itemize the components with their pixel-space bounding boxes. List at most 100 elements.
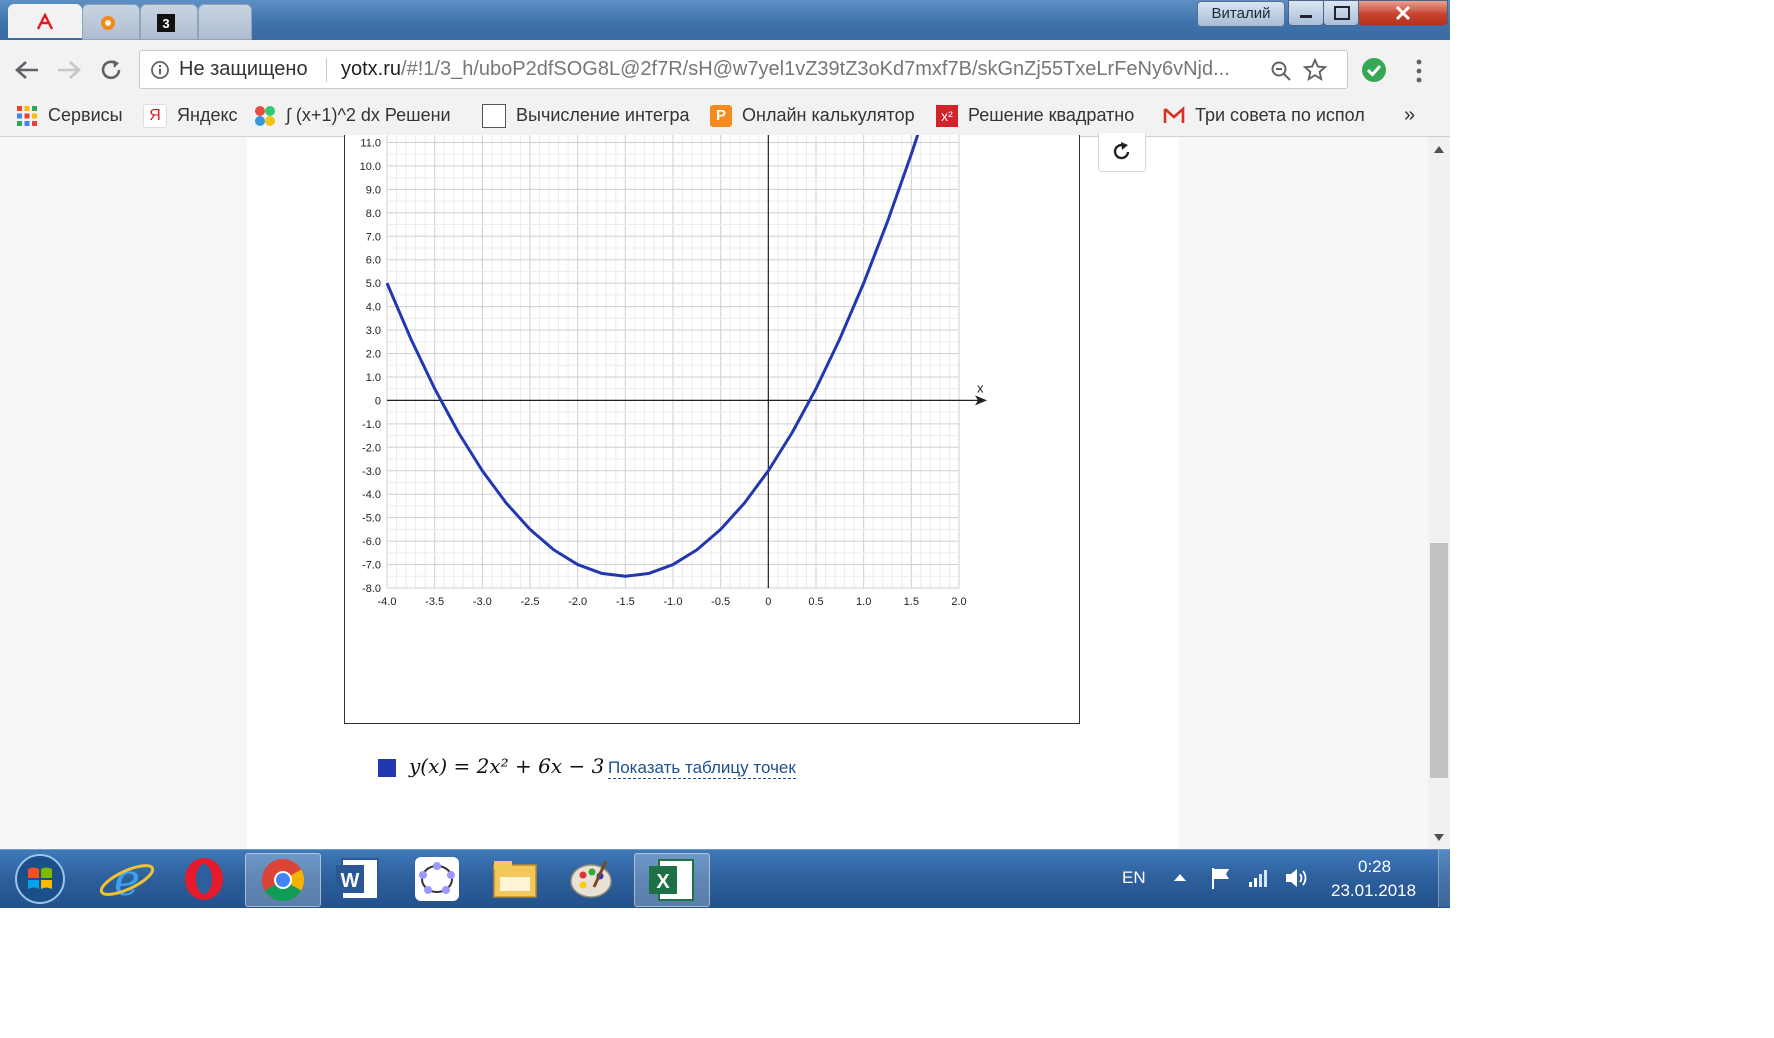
y-tick-label: 1.0 — [366, 372, 381, 384]
address-bar[interactable]: Не защищено yotx.ru/#!1/3_h/uboP2dfSOG8L… — [139, 50, 1348, 89]
apps-grid-icon — [17, 106, 37, 127]
language-indicator[interactable]: EN — [1122, 868, 1146, 888]
bookmark-integral[interactable]: ∫ (x+1)^2 dx Решени — [254, 94, 474, 136]
menu-dots-icon[interactable] — [1415, 59, 1423, 83]
windows-taskbar: e W X EN 0:28 23.01.2018 — [0, 849, 1451, 908]
y-tick-label: 8.0 — [366, 208, 381, 220]
bookmark-label: Три совета по испол — [1195, 105, 1365, 125]
url-text[interactable]: yotx.ru/#!1/3_h/uboP2dfSOG8L@2f7R/sH@w7y… — [341, 58, 1257, 81]
tab-3[interactable]: 3 — [140, 4, 198, 40]
y-tick-label: -7.0 — [362, 560, 381, 572]
network-signal-icon[interactable] — [1248, 868, 1270, 888]
bookmark-online-calc[interactable]: P Онлайн калькулятор — [710, 94, 920, 136]
profile-button[interactable]: Виталий — [1197, 1, 1285, 27]
show-points-table-link[interactable]: Показать таблицу точек — [608, 758, 796, 779]
taskbar-chrome[interactable] — [245, 853, 321, 907]
file-explorer-icon — [493, 861, 537, 898]
taskbar-excel[interactable]: X — [634, 853, 710, 907]
maximize-button[interactable] — [1323, 0, 1359, 26]
y-tick-label: -3.0 — [362, 466, 381, 478]
geogebra-icon — [415, 857, 459, 901]
black-three-icon: 3 — [157, 14, 175, 32]
back-arrow-icon[interactable] — [14, 59, 40, 81]
bookmark-label: Решение квадратно — [968, 105, 1135, 125]
browser-toolbar: Не защищено yotx.ru/#!1/3_h/uboP2dfSOG8L… — [0, 40, 1450, 100]
y-tick-label: -5.0 — [362, 513, 381, 525]
opera-icon — [185, 858, 223, 900]
minimize-button[interactable] — [1288, 0, 1324, 26]
y-tick-label: 3.0 — [366, 325, 381, 337]
y-tick-label: 9.0 — [366, 184, 381, 196]
action-center-flag-icon[interactable] — [1210, 866, 1232, 890]
x-tick-label: 0.5 — [808, 596, 823, 608]
x-tick-label: -4.0 — [378, 596, 397, 608]
taskbar-ie[interactable]: e — [90, 853, 164, 906]
x-tick-label: -0.5 — [711, 596, 730, 608]
y-tick-label: -2.0 — [362, 442, 381, 454]
y-tick-label: 10.0 — [360, 161, 381, 173]
bookmark-quadratic[interactable]: x² Решение квадратно — [936, 94, 1146, 136]
vertical-scrollbar[interactable] — [1428, 137, 1450, 849]
volume-icon[interactable] — [1283, 865, 1309, 891]
taskbar-opera[interactable] — [167, 853, 241, 905]
new-tab-button[interactable] — [198, 4, 252, 40]
y-tick-label: -4.0 — [362, 489, 381, 501]
bookmark-yandex[interactable]: Я Яндекс — [143, 94, 243, 136]
close-icon — [1395, 5, 1411, 21]
bookmark-label: Онлайн калькулятор — [742, 105, 915, 125]
reload-icon[interactable] — [99, 58, 123, 82]
start-button[interactable] — [6, 851, 74, 907]
x-tick-label: 2.0 — [951, 596, 966, 608]
forward-arrow-icon[interactable] — [56, 59, 82, 81]
gmail-icon — [1163, 106, 1185, 124]
x-tick-label: -1.5 — [616, 596, 635, 608]
ie-icon: e — [99, 855, 155, 906]
bookmark-integral-calc[interactable]: Вычисление интегра — [482, 94, 692, 136]
bookmark-services[interactable]: Сервисы — [16, 94, 134, 136]
chrome-icon — [261, 859, 305, 902]
security-label[interactable]: Не защищено — [179, 58, 308, 81]
taskbar-word[interactable]: W — [322, 853, 396, 905]
show-hidden-icons-icon[interactable] — [1173, 872, 1187, 882]
close-button[interactable] — [1358, 0, 1448, 26]
show-desktop-button[interactable] — [1438, 850, 1451, 907]
taskbar-explorer[interactable] — [478, 853, 552, 905]
svg-text:X: X — [656, 871, 670, 893]
title-bar: 3 Виталий — [0, 0, 1450, 40]
y-tick-label: -1.0 — [362, 419, 381, 431]
series-color-swatch — [378, 759, 396, 777]
x-tick-label: -3.0 — [473, 596, 492, 608]
scroll-down-arrow-icon[interactable] — [1434, 834, 1444, 842]
tab-2[interactable] — [82, 4, 140, 40]
paint-icon — [570, 860, 612, 898]
bookmarks-more-button[interactable]: » — [1404, 94, 1424, 136]
colored-circles-icon — [255, 106, 275, 127]
function-graph[interactable]: x -4.0 -3.5 -3.0 -2.5 -2.0 -1.5 -1.0 -0.5 0 0.5 1.0… — [345, 135, 1079, 723]
restore-icon — [1334, 6, 1350, 20]
page-icon — [482, 104, 506, 129]
y-tick-label: -8.0 — [362, 583, 381, 595]
info-icon[interactable] — [150, 60, 170, 80]
taskbar-geogebra[interactable] — [400, 853, 474, 905]
url-host: yotx.ru — [341, 58, 402, 80]
y-tick-label: 7.0 — [366, 231, 381, 243]
y-tick-label: 0 — [375, 395, 381, 407]
extension-check-icon[interactable] — [1361, 57, 1387, 83]
start-orb-icon — [15, 854, 65, 904]
scrollbar-thumb[interactable] — [1430, 543, 1448, 778]
orange-gear-icon — [101, 16, 115, 30]
tab-yotx[interactable] — [8, 4, 82, 38]
scroll-up-arrow-icon[interactable] — [1434, 145, 1444, 153]
bookmark-star-icon[interactable] — [1303, 58, 1327, 82]
bookmark-label: ∫ (x+1)^2 dx Решени — [286, 105, 451, 125]
bookmark-label: Сервисы — [48, 105, 123, 125]
clock-time[interactable]: 0:28 — [1358, 857, 1391, 877]
y-tick-label: 11.0 — [360, 137, 381, 149]
zoom-icon[interactable] — [1270, 60, 1292, 82]
share-icon — [1113, 142, 1130, 160]
share-button[interactable] — [1098, 133, 1146, 172]
taskbar-paint[interactable] — [556, 853, 630, 905]
x-tick-label: 1.0 — [856, 596, 871, 608]
clock-date[interactable]: 23.01.2018 — [1331, 881, 1416, 901]
bookmark-tips[interactable]: Три совета по испол — [1163, 94, 1373, 136]
